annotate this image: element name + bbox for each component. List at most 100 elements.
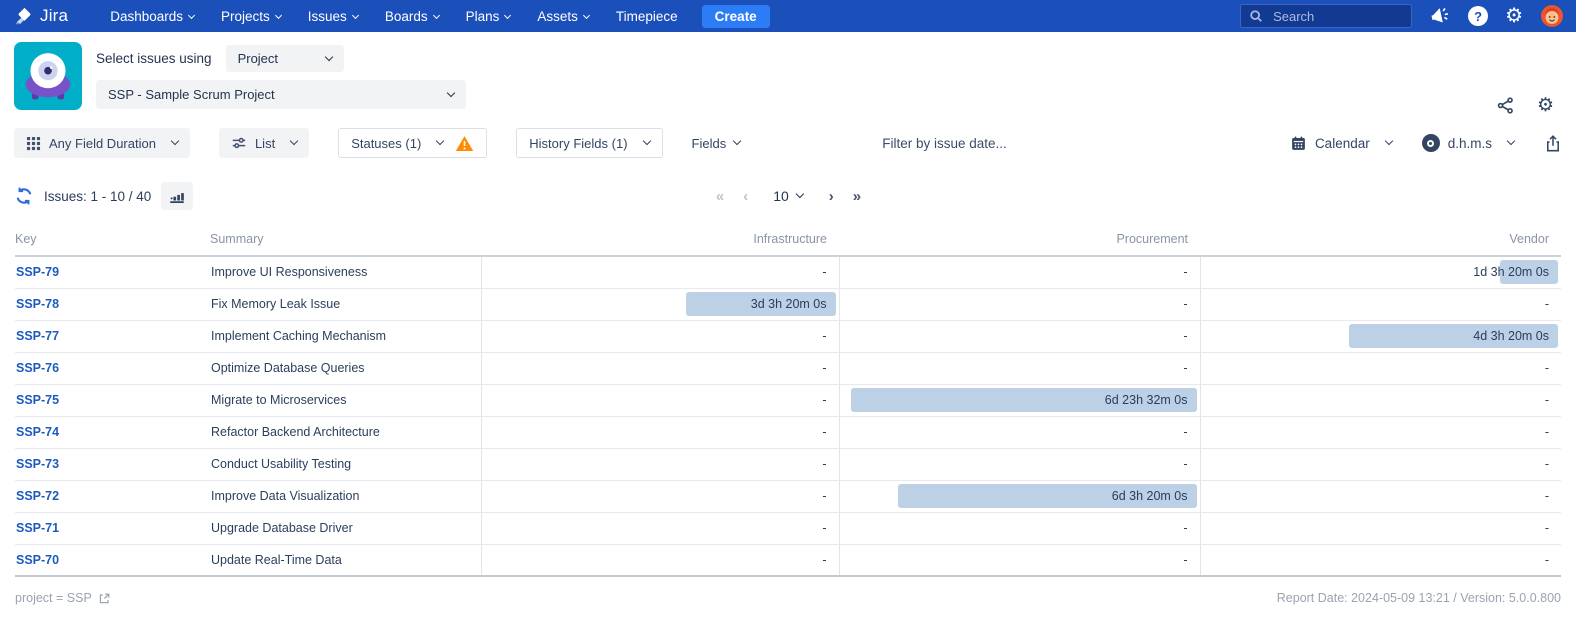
issue-key-cell: SSP-79 <box>15 256 210 288</box>
nav-timepiece[interactable]: Timepiece <box>616 9 678 24</box>
jira-logo-icon <box>14 6 34 26</box>
brand-name: Jira <box>40 6 68 26</box>
announcement-icon[interactable] <box>1429 5 1451 27</box>
settings-icon[interactable]: ⚙ <box>1505 6 1523 26</box>
issue-key-cell: SSP-71 <box>15 512 210 544</box>
results-bar: Issues: 1 - 10 / 40 « ‹ 10 › » <box>14 180 1562 212</box>
first-page-button[interactable]: « <box>716 188 723 205</box>
prev-page-button[interactable]: ‹ <box>743 188 747 205</box>
chevron-down-icon <box>1507 137 1515 145</box>
refresh-icon[interactable] <box>14 186 34 206</box>
share-icon[interactable] <box>1496 96 1515 115</box>
procurement-duration-cell: 6d 3h 20m 0s <box>839 480 1200 512</box>
issue-key-link[interactable]: SSP-72 <box>16 489 59 503</box>
nav-dashboards[interactable]: Dashboards <box>110 9 194 24</box>
global-search[interactable] <box>1240 4 1412 28</box>
nav-assets[interactable]: Assets <box>537 9 589 24</box>
nav-issues[interactable]: Issues <box>308 9 358 24</box>
duration-value: - <box>822 521 826 535</box>
issue-key-link[interactable]: SSP-71 <box>16 521 59 535</box>
vendor-duration-cell: - <box>1200 416 1561 448</box>
duration-format-label: d.h.m.s <box>1448 136 1492 151</box>
issue-key-cell: SSP-74 <box>15 416 210 448</box>
issues-tbody: SSP-79Improve UI Responsiveness--1d 3h 2… <box>15 256 1561 576</box>
duration-value: - <box>1545 297 1549 311</box>
nav-plans[interactable]: Plans <box>466 9 511 24</box>
issue-summary: Update Real-Time Data <box>210 544 481 576</box>
infrastructure-duration-cell: 3d 3h 20m 0s <box>481 288 839 320</box>
help-icon[interactable] <box>1468 6 1488 26</box>
duration-format-dropdown[interactable]: d.h.m.s <box>1422 134 1514 152</box>
duration-value: - <box>822 489 826 503</box>
warning-icon <box>455 135 474 152</box>
issue-date-filter-input[interactable] <box>880 135 1100 152</box>
chevron-down-icon <box>436 137 444 145</box>
page-size-select[interactable]: 10 <box>767 188 809 204</box>
nav-boards[interactable]: Boards <box>385 9 439 24</box>
duration-value: - <box>822 361 826 375</box>
issue-key-link[interactable]: SSP-78 <box>16 297 59 311</box>
infrastructure-duration-cell: - <box>481 416 839 448</box>
issue-key-link[interactable]: SSP-79 <box>16 265 59 279</box>
project-select[interactable]: SSP - Sample Scrum Project <box>96 80 466 109</box>
duration-value: - <box>1183 425 1187 439</box>
issue-key-cell: SSP-75 <box>15 384 210 416</box>
next-page-button[interactable]: › <box>829 188 833 205</box>
col-header-procurement[interactable]: Procurement <box>839 226 1200 256</box>
statuses-dropdown[interactable]: Statuses (1) <box>338 128 487 158</box>
procurement-duration-cell: - <box>839 416 1200 448</box>
issue-key-cell: SSP-70 <box>15 544 210 576</box>
duration-value: - <box>1183 265 1187 279</box>
col-header-vendor[interactable]: Vendor <box>1200 226 1561 256</box>
issue-source-select[interactable]: Project <box>226 45 344 72</box>
procurement-duration-cell: - <box>839 288 1200 320</box>
duration-value: - <box>1183 361 1187 375</box>
calendar-dropdown[interactable]: Calendar <box>1290 135 1392 152</box>
duration-value: - <box>1183 553 1187 567</box>
export-icon[interactable] <box>1544 134 1562 153</box>
view-mode-dropdown[interactable]: List <box>219 128 309 158</box>
timepiece-app-icon <box>14 42 82 110</box>
search-input[interactable] <box>1271 8 1391 25</box>
issue-summary: Implement Caching Mechanism <box>210 320 481 352</box>
issue-summary: Fix Memory Leak Issue <box>210 288 481 320</box>
report-settings-icon[interactable]: ⚙ <box>1537 96 1554 115</box>
chart-view-button[interactable] <box>161 182 193 210</box>
col-header-key[interactable]: Key <box>15 226 210 256</box>
procurement-duration-cell: - <box>839 320 1200 352</box>
issue-key-link[interactable]: SSP-75 <box>16 393 59 407</box>
procurement-duration-cell: - <box>839 352 1200 384</box>
duration-value: - <box>1183 457 1187 471</box>
field-duration-dropdown[interactable]: Any Field Duration <box>14 128 190 158</box>
col-header-summary[interactable]: Summary <box>210 226 481 256</box>
last-page-button[interactable]: » <box>853 188 860 205</box>
chevron-down-icon <box>352 11 359 18</box>
avatar[interactable] <box>1540 4 1564 28</box>
vendor-duration-cell: - <box>1200 512 1561 544</box>
grid-icon <box>26 136 41 151</box>
chevron-down-icon <box>447 88 455 96</box>
issue-key-link[interactable]: SSP-73 <box>16 457 59 471</box>
create-button[interactable]: Create <box>702 5 770 28</box>
jira-brand[interactable]: Jira <box>14 6 68 26</box>
duration-value: - <box>1183 521 1187 535</box>
issue-key-link[interactable]: SSP-74 <box>16 425 59 439</box>
external-link-icon[interactable] <box>98 592 111 605</box>
duration-value: - <box>822 329 826 343</box>
table-row: SSP-76Optimize Database Queries--- <box>15 352 1561 384</box>
view-mode-label: List <box>255 136 275 151</box>
history-fields-dropdown[interactable]: History Fields (1) <box>516 128 662 158</box>
procurement-duration-cell: - <box>839 448 1200 480</box>
issue-key-link[interactable]: SSP-77 <box>16 329 59 343</box>
table-row: SSP-74Refactor Backend Architecture--- <box>15 416 1561 448</box>
chevron-down-icon <box>433 11 440 18</box>
fields-dropdown[interactable]: Fields <box>692 136 741 151</box>
issue-summary: Improve Data Visualization <box>210 480 481 512</box>
issue-key-link[interactable]: SSP-70 <box>16 553 59 567</box>
procurement-duration-cell: 6d 23h 32m 0s <box>839 384 1200 416</box>
issues-count-label: Issues: 1 - 10 / 40 <box>44 189 151 204</box>
col-header-infrastructure[interactable]: Infrastructure <box>481 226 839 256</box>
infrastructure-duration-cell: - <box>481 352 839 384</box>
nav-projects[interactable]: Projects <box>221 9 281 24</box>
issue-key-link[interactable]: SSP-76 <box>16 361 59 375</box>
